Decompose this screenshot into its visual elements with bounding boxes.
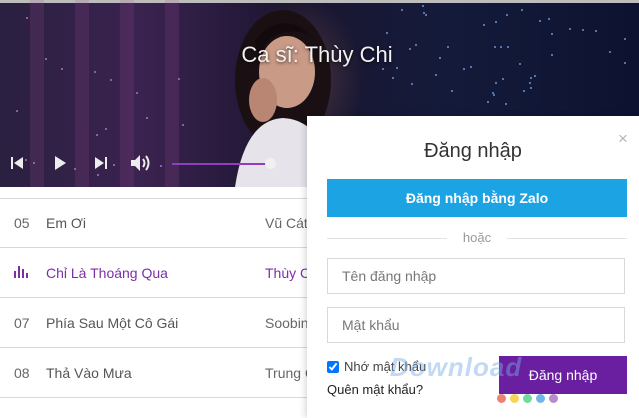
now-playing-icon (14, 266, 30, 278)
skip-forward-icon (95, 157, 107, 169)
sparkle (135, 92, 138, 95)
sparkle (424, 13, 427, 16)
song-title[interactable]: Phía Sau Một Cô Gái (46, 315, 178, 331)
sparkle (521, 9, 524, 12)
song-artist[interactable]: Thùy C (265, 265, 310, 281)
sparkle (529, 87, 532, 90)
sparkle (581, 28, 584, 31)
password-input[interactable] (327, 307, 625, 343)
forgot-password-link[interactable]: Quên mật khẩu? (327, 382, 423, 397)
sparkle (381, 67, 384, 70)
sparkle (486, 101, 489, 104)
zalo-login-button[interactable]: Đăng nhập bằng Zalo (327, 179, 627, 217)
play-button[interactable] (49, 152, 71, 174)
sparkle (400, 8, 403, 11)
sparkle (533, 75, 536, 78)
remember-checkbox[interactable] (327, 360, 339, 373)
song-number: 08 (14, 365, 30, 381)
volume-icon (131, 155, 150, 171)
sparkle (547, 18, 550, 21)
username-input[interactable] (327, 258, 625, 294)
sparkle (421, 5, 424, 8)
sparkle (623, 38, 626, 41)
sparkle (595, 30, 598, 33)
divider-right (507, 238, 627, 239)
play-icon (55, 156, 66, 170)
sparkle (104, 127, 107, 130)
sparkle (451, 90, 454, 93)
skip-back-button[interactable] (6, 152, 28, 174)
song-number: 07 (14, 315, 30, 331)
sparkle (182, 123, 185, 126)
sparkle (178, 77, 181, 80)
sparkle (501, 77, 504, 80)
login-modal: × Đăng nhập Đăng nhập bằng Zalo hoặc Nhớ… (307, 116, 639, 418)
sparkle (505, 14, 508, 17)
sparkle (146, 116, 149, 119)
sparkle (530, 76, 533, 79)
sparkle (494, 81, 497, 84)
sparkle (386, 32, 389, 35)
sparkle (569, 28, 572, 31)
volume-slider[interactable] (172, 158, 276, 169)
sparkle (539, 20, 542, 23)
sparkle (491, 91, 494, 94)
sparkle (410, 82, 413, 85)
volume-slider-handle[interactable] (265, 158, 276, 169)
sparkle (482, 24, 485, 27)
song-artist[interactable]: Vũ Cát (265, 215, 308, 231)
sparkle (494, 20, 497, 23)
song-artist[interactable]: Soobin (265, 315, 309, 331)
sparkle (423, 11, 425, 14)
sparkle (110, 78, 113, 81)
remember-me[interactable]: Nhớ mật khẩu (327, 359, 426, 374)
skip-back-icon (11, 157, 23, 169)
song-title[interactable]: Em Ơi (46, 215, 86, 231)
volume-button[interactable] (129, 152, 153, 174)
sparkle (95, 134, 98, 137)
sparkle (529, 82, 532, 85)
sparkle (93, 71, 96, 73)
singer-title: Ca sĩ: Thùy Chi (241, 42, 393, 67)
sparkle (522, 90, 525, 93)
or-separator: hoặc (462, 230, 492, 245)
sparkle (505, 103, 508, 106)
remember-label: Nhớ mật khẩu (344, 359, 427, 374)
sparkle (392, 77, 395, 80)
divider-left (327, 238, 447, 239)
song-number: 05 (14, 215, 30, 231)
song-title[interactable]: Chỉ Là Thoáng Qua (46, 265, 168, 281)
sparkle (60, 67, 63, 70)
modal-title: Đăng nhập (424, 140, 522, 162)
sparkle (25, 16, 28, 19)
song-title[interactable]: Thả Vào Mưa (46, 365, 132, 381)
sparkle (551, 32, 554, 35)
sparkle (15, 110, 18, 113)
sparkle (493, 93, 496, 96)
volume-slider-fill (172, 163, 270, 165)
skip-forward-button[interactable] (90, 152, 112, 174)
sparkle (434, 73, 437, 76)
login-submit-button[interactable]: Đăng nhập (499, 356, 627, 394)
